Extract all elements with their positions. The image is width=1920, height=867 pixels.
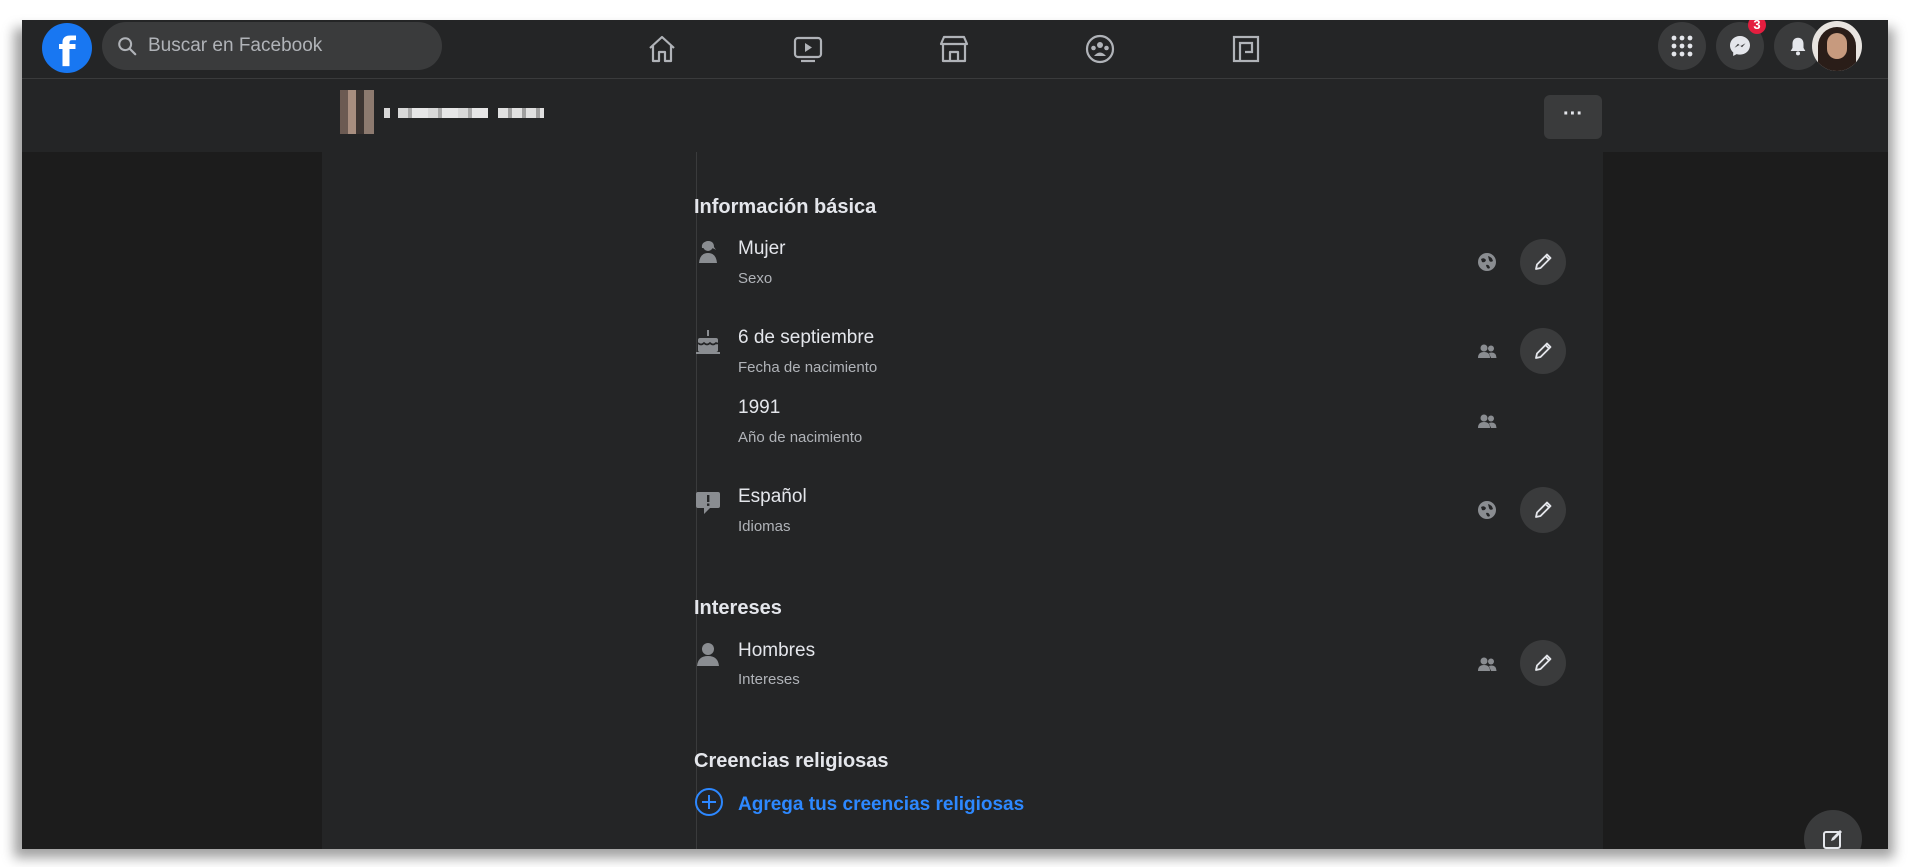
new-message-button[interactable] xyxy=(1804,810,1862,849)
add-religion-link[interactable]: Agrega tus creencias religiosas xyxy=(738,794,1024,816)
language-label: Idiomas xyxy=(738,518,791,535)
messenger-icon xyxy=(1730,36,1750,56)
language-bubble-icon xyxy=(696,492,720,514)
bell-icon xyxy=(1790,37,1806,56)
birth-year-label: Año de nacimiento xyxy=(738,429,863,446)
grid-menu-icon xyxy=(1671,35,1693,57)
search-placeholder: Buscar en Facebook xyxy=(148,35,323,56)
interest-label: Intereses xyxy=(738,671,800,688)
gender-value: Mujer xyxy=(738,238,786,259)
facebook-logo-icon[interactable]: f xyxy=(42,23,92,73)
compose-icon xyxy=(1823,830,1842,849)
messenger-button[interactable]: 3 xyxy=(1716,20,1766,70)
pencil-icon xyxy=(1535,342,1552,359)
interest-value: Hombres xyxy=(738,640,816,661)
public-globe-icon[interactable] xyxy=(1476,499,1498,521)
edit-birthday-button[interactable] xyxy=(1520,328,1566,374)
nav-home-icon[interactable] xyxy=(642,29,682,69)
top-navigation-bar: f Buscar en Facebook 3 xyxy=(22,20,1888,79)
pencil-icon xyxy=(1535,654,1552,671)
menu-button[interactable] xyxy=(1658,22,1706,70)
gender-label: Sexo xyxy=(738,270,773,287)
birthday-label: Fecha de nacimiento xyxy=(738,359,878,376)
edit-gender-button[interactable] xyxy=(1520,239,1566,285)
friends-icon[interactable] xyxy=(1476,410,1498,432)
add-circle-icon[interactable] xyxy=(694,787,724,817)
about-content-panel xyxy=(696,152,1603,849)
profile-name-pixelated xyxy=(384,108,390,118)
public-globe-icon[interactable] xyxy=(1476,251,1498,273)
birth-year-value: 1991 xyxy=(738,397,781,418)
search-icon xyxy=(118,37,137,56)
account-avatar[interactable] xyxy=(1812,21,1862,71)
search-input[interactable]: Buscar en Facebook xyxy=(102,22,442,70)
friends-icon[interactable] xyxy=(1476,653,1498,675)
profile-name-pixelated xyxy=(398,108,488,118)
pencil-icon xyxy=(1535,501,1552,518)
profile-name-pixelated xyxy=(498,108,544,118)
birthday-value: 6 de septiembre xyxy=(738,327,875,348)
nav-marketplace-icon[interactable] xyxy=(934,29,974,69)
nav-gaming-icon[interactable] xyxy=(1226,29,1266,69)
birthday-cake-icon xyxy=(696,330,720,354)
interests-heading: Intereses xyxy=(694,597,782,619)
avatar-face xyxy=(1827,33,1847,59)
friends-icon[interactable] xyxy=(1476,340,1498,362)
religion-heading: Creencias religiosas xyxy=(694,750,889,772)
browser-viewport: f Buscar en Facebook 3 ··· Información b… xyxy=(22,20,1888,849)
nav-groups-icon[interactable] xyxy=(1080,29,1120,69)
nav-watch-icon[interactable] xyxy=(788,29,828,69)
gender-icon xyxy=(699,241,717,263)
more-options-button[interactable]: ··· xyxy=(1544,95,1602,139)
edit-interest-button[interactable] xyxy=(1520,640,1566,686)
basic-info-heading: Información básica xyxy=(694,196,877,218)
about-sidebar xyxy=(322,152,696,849)
edit-language-button[interactable] xyxy=(1520,487,1566,533)
messenger-badge: 3 xyxy=(1748,20,1766,34)
profile-header-bar xyxy=(22,79,1888,152)
pencil-icon xyxy=(1535,253,1552,270)
person-icon xyxy=(697,643,719,666)
profile-thumbnail-pixelated xyxy=(340,90,374,134)
language-value: Español xyxy=(738,486,807,507)
